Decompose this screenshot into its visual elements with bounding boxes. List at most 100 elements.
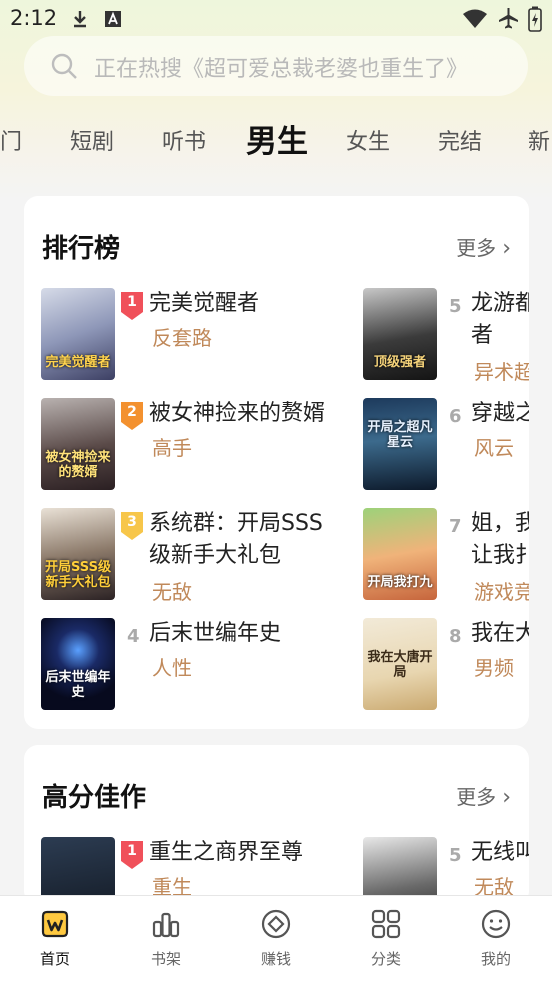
home-icon [41, 910, 69, 938]
nav-home[interactable]: 首页 [5, 908, 105, 969]
ranking-book-1[interactable]: 完美觉醒者 1 完美觉醒者 反套路 [41, 288, 341, 382]
rank-badge-3: 3 [121, 512, 143, 540]
search-bar[interactable]: 正在热搜《超可爱总裁老婆也重生了》 [24, 36, 528, 96]
bookshelf-icon [152, 912, 180, 938]
category-tabs: 门 短剧 听书 男生 女生 完结 新 [0, 110, 552, 170]
cover-title: 后末世编年史 [45, 670, 111, 700]
nav-bookshelf[interactable]: 书架 [116, 908, 216, 969]
high-score-card: 高分佳作 更多 › 1 重生之商界至尊 重生 5 无线叫 无敌 [24, 745, 529, 905]
book-tag: 反套路 [152, 326, 212, 350]
cover-title: 我在大唐开局 [367, 650, 433, 680]
battery-charging-icon [528, 6, 542, 32]
book-title-line2: 级新手大礼包 [149, 543, 282, 568]
book-tag: 风云 [474, 436, 514, 460]
nav-earn[interactable]: 赚钱 [226, 908, 326, 969]
cover-title: 被女神捡来的赘婿 [45, 450, 111, 480]
tab-female[interactable]: 女生 [346, 124, 390, 156]
tab-male-label: 男生 [246, 124, 308, 160]
rank-number: 1 [127, 294, 137, 310]
book-tag: 无敌 [152, 580, 192, 604]
book-title: 重生之商界至尊 [149, 840, 304, 865]
book-cover: 开局SSS级新手大礼包 [41, 508, 115, 600]
book-title-line1: 系统群：开局SSS [149, 511, 323, 536]
rank-badge-1: 1 [121, 841, 143, 869]
book-title: 后末世编年史 [149, 621, 282, 646]
coin-icon [261, 909, 291, 939]
ranking-book-4[interactable]: 后末世编年史 4 后末世编年史 人性 [41, 618, 341, 712]
book-title: 穿越之 [471, 401, 529, 426]
rank-number: 4 [127, 626, 140, 647]
nav-profile-label: 我的 [480, 950, 511, 968]
tab-short-drama[interactable]: 短剧 [70, 124, 114, 156]
ranking-book-7[interactable]: 开局我打九 7 姐，我 让我扌 游戏竞 [363, 508, 529, 604]
cover-title: 完美觉醒者 [45, 355, 111, 370]
ranking-card: 排行榜 更多 › 完美觉醒者 1 完美觉醒者 反套路 被女神捡来的赘婿 2 被女神… [24, 196, 529, 729]
cover-title: 开局之超凡星云 [367, 420, 433, 450]
ranking-book-6[interactable]: 开局之超凡星云 6 穿越之 风云 [363, 398, 529, 492]
book-title: 无线叫 [471, 840, 529, 865]
high-score-more-button[interactable]: 更多 › [456, 781, 511, 810]
book-cover: 后末世编年史 [41, 618, 115, 710]
book-tag: 游戏竞 [474, 580, 529, 604]
ranking-more-button[interactable]: 更多 › [456, 232, 511, 261]
status-time: 2:12 [10, 6, 58, 30]
rank-number: 5 [449, 845, 462, 866]
book-cover: 完美觉醒者 [41, 288, 115, 380]
status-bar: 2:12 [0, 0, 552, 38]
book-title-line2: 让我扌 [471, 543, 529, 568]
nav-profile[interactable]: 我的 [446, 908, 546, 969]
download-icon [74, 11, 86, 28]
rank-number: 1 [127, 843, 137, 859]
more-label: 更多 [456, 236, 497, 260]
bottom-navigation: 首页 书架 赚钱 分类 我的 [0, 895, 552, 982]
book-title-line2: 者 [471, 323, 494, 348]
nav-category[interactable]: 分类 [336, 908, 436, 969]
nav-earn-label: 赚钱 [260, 950, 291, 968]
cover-title: 开局我打九 [367, 575, 433, 590]
ranking-book-3[interactable]: 开局SSS级新手大礼包 3 系统群：开局SSS 级新手大礼包 无敌 [41, 508, 341, 604]
book-tag: 异术超 [474, 360, 529, 384]
book-tag: 人性 [152, 656, 192, 680]
cover-title: 开局SSS级新手大礼包 [45, 560, 111, 590]
ranking-book-2[interactable]: 被女神捡来的赘婿 2 被女神捡来的赘婿 高手 [41, 398, 341, 492]
book-tag: 高手 [152, 436, 192, 460]
book-title-line1: 姐，我 [471, 511, 529, 536]
rank-number: 6 [449, 406, 462, 427]
nav-category-label: 分类 [370, 950, 401, 968]
book-title-line1: 龙游都 [471, 291, 529, 316]
chevron-right-icon: › [502, 785, 511, 810]
book-cover: 我在大唐开局 [363, 618, 437, 710]
rank-number: 7 [449, 516, 462, 537]
tab-new[interactable]: 新 [528, 124, 550, 156]
grid-icon [371, 909, 401, 939]
high-score-title: 高分佳作 [42, 783, 147, 813]
rank-number: 3 [127, 514, 137, 530]
book-title: 我在大 [471, 621, 529, 646]
smiley-icon [481, 909, 511, 939]
book-cover: 开局我打九 [363, 508, 437, 600]
airplane-icon [499, 8, 518, 29]
tab-completed[interactable]: 完结 [438, 124, 482, 156]
book-tag: 男频 [474, 656, 514, 680]
tab-male[interactable]: 男生 [246, 116, 308, 167]
rank-number: 5 [449, 296, 462, 317]
ranking-book-5[interactable]: 顶级强者 5 龙游都 者 异术超 [363, 288, 529, 384]
tab-audiobook[interactable]: 听书 [162, 124, 206, 156]
nav-bookshelf-label: 书架 [150, 950, 181, 968]
ranking-book-8[interactable]: 我在大唐开局 8 我在大 男频 [363, 618, 529, 712]
rank-badge-2: 2 [121, 402, 143, 430]
book-cover: 开局之超凡星云 [363, 398, 437, 490]
rank-badge-1: 1 [121, 292, 143, 320]
nav-home-label: 首页 [39, 950, 70, 968]
cover-title: 顶级强者 [373, 355, 426, 370]
tab-hot[interactable]: 门 [0, 124, 22, 156]
font-a-icon [105, 11, 121, 27]
ranking-title: 排行榜 [42, 234, 121, 264]
wifi-icon [463, 9, 487, 28]
chevron-right-icon: › [502, 236, 511, 261]
book-cover: 被女神捡来的赘婿 [41, 398, 115, 490]
book-cover: 顶级强者 [363, 288, 437, 380]
book-title: 完美觉醒者 [149, 291, 260, 316]
book-title: 被女神捡来的赘婿 [149, 401, 326, 426]
search-placeholder: 正在热搜《超可爱总裁老婆也重生了》 [94, 57, 469, 82]
